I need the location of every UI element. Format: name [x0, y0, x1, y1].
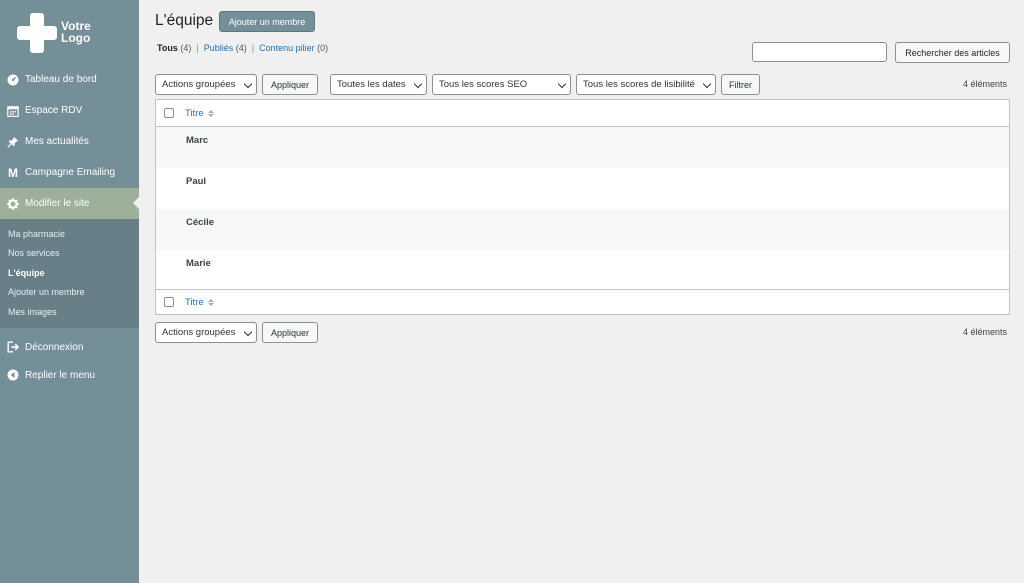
pharmacy-cross-icon: [17, 13, 57, 53]
submenu-item-mes-images[interactable]: Mes images: [0, 302, 139, 322]
submenu-modifier-site: Ma pharmacie Nos services L'équipe Ajout…: [0, 219, 139, 328]
table-row[interactable]: Marc: [156, 127, 1009, 168]
column-title-sort-footer[interactable]: Titre: [185, 297, 214, 308]
table-header: Titre: [156, 100, 1009, 127]
row-title[interactable]: Cécile: [186, 217, 214, 228]
status-filters: Tous (4) | Publiés (4) | Contenu pilier …: [157, 43, 328, 53]
add-member-button[interactable]: Ajouter un membre: [219, 11, 315, 32]
column-title-label: Titre: [185, 296, 204, 308]
gear-icon: [7, 197, 19, 210]
admin-menu: Tableau de bord Espace RDV Mes actualité…: [0, 64, 139, 388]
filter-pillar-count: (0): [317, 43, 329, 53]
menu-item-replier[interactable]: Replier le menu: [0, 363, 139, 388]
items-count-bottom: 4 éléments: [963, 327, 1008, 337]
sort-icon: [207, 109, 214, 117]
menu-label: Tableau de bord: [25, 74, 97, 85]
select-all-checkbox[interactable]: [164, 108, 174, 118]
search-input[interactable]: [752, 42, 887, 62]
chevron-down-icon: [243, 79, 253, 89]
menu-label: Mes actualités: [25, 136, 89, 147]
dashboard-icon: [7, 74, 19, 86]
filter-published[interactable]: Publiés: [204, 43, 234, 53]
chevron-down-icon: [413, 79, 423, 89]
search-button[interactable]: Rechercher des articles: [895, 42, 1010, 63]
filter-all-count: (4): [180, 43, 192, 53]
row-title[interactable]: Marie: [186, 258, 211, 269]
table-row[interactable]: Paul: [156, 168, 1009, 209]
seo-score-select[interactable]: Tous les scores SEO: [432, 74, 571, 95]
menu-item-dashboard[interactable]: Tableau de bord: [0, 64, 139, 95]
apply-button-bottom[interactable]: Appliquer: [262, 322, 318, 343]
table-row[interactable]: Marie: [156, 250, 1009, 291]
select-value: Toutes les dates: [337, 79, 406, 90]
table-footer: Titre: [156, 289, 1009, 314]
calendar-icon: [7, 105, 19, 117]
logout-icon: [7, 341, 19, 353]
select-value: Actions groupées: [162, 327, 236, 338]
row-title[interactable]: Marc: [186, 135, 208, 146]
separator: |: [251, 43, 255, 53]
menu-item-rdv[interactable]: Espace RDV: [0, 95, 139, 126]
select-value: Tous les scores de lisibilité: [583, 79, 695, 90]
column-title-sort[interactable]: Titre: [185, 108, 214, 119]
readability-score-select[interactable]: Tous les scores de lisibilité: [576, 74, 716, 95]
menu-label: Replier le menu: [25, 369, 96, 381]
mailchimp-icon: M: [8, 165, 18, 180]
filter-pillar[interactable]: Contenu pilier: [259, 43, 315, 53]
menu-item-deconnexion[interactable]: Déconnexion: [0, 332, 139, 363]
dates-select[interactable]: Toutes les dates: [330, 74, 427, 95]
admin-sidebar: Votre Logo Tableau de bord Espace RDV Me…: [0, 0, 139, 583]
menu-item-actualites[interactable]: Mes actualités: [0, 126, 139, 157]
submenu-item-ma-pharmacie[interactable]: Ma pharmacie: [0, 224, 139, 244]
filter-button[interactable]: Filtrer: [721, 74, 760, 95]
menu-label: Modifier le site: [25, 198, 90, 209]
posts-table: Titre Marc Paul Cécile Marie Titre: [155, 99, 1010, 315]
apply-button-top[interactable]: Appliquer: [262, 74, 318, 95]
menu-item-emailing[interactable]: M Campagne Emailing: [0, 157, 139, 188]
menu-label: Déconnexion: [25, 341, 84, 353]
logo-text: Votre Logo: [61, 19, 91, 45]
filter-all[interactable]: Tous: [157, 43, 178, 53]
site-logo[interactable]: Votre Logo: [17, 13, 127, 53]
menu-label: Espace RDV: [25, 105, 83, 116]
row-title[interactable]: Paul: [186, 176, 206, 187]
chevron-down-icon: [243, 327, 253, 337]
sort-icon: [207, 298, 214, 306]
page-title: L'équipe: [155, 12, 214, 29]
select-all-checkbox-footer[interactable]: [164, 297, 174, 307]
menu-label: Campagne Emailing: [25, 167, 116, 178]
menu-item-modifier-site[interactable]: Modifier le site: [0, 188, 139, 219]
pin-icon: [7, 136, 19, 148]
submenu-item-equipe[interactable]: L'équipe: [0, 263, 139, 283]
filter-published-count: (4): [235, 43, 247, 53]
chevron-down-icon: [557, 79, 567, 89]
collapse-icon: [7, 369, 19, 381]
select-value: Tous les scores SEO: [439, 79, 528, 90]
submenu-item-ajouter-membre[interactable]: Ajouter un membre: [0, 283, 139, 303]
bulk-actions-select-bottom[interactable]: Actions groupées: [155, 322, 257, 343]
separator: |: [196, 43, 199, 53]
items-count-top: 4 éléments: [963, 79, 1008, 89]
table-row[interactable]: Cécile: [156, 209, 1009, 250]
select-value: Actions groupées: [162, 79, 236, 90]
submenu-item-nos-services[interactable]: Nos services: [0, 244, 139, 264]
chevron-down-icon: [702, 79, 712, 89]
column-title-label: Titre: [185, 107, 204, 119]
bulk-actions-select-top[interactable]: Actions groupées: [155, 74, 257, 95]
